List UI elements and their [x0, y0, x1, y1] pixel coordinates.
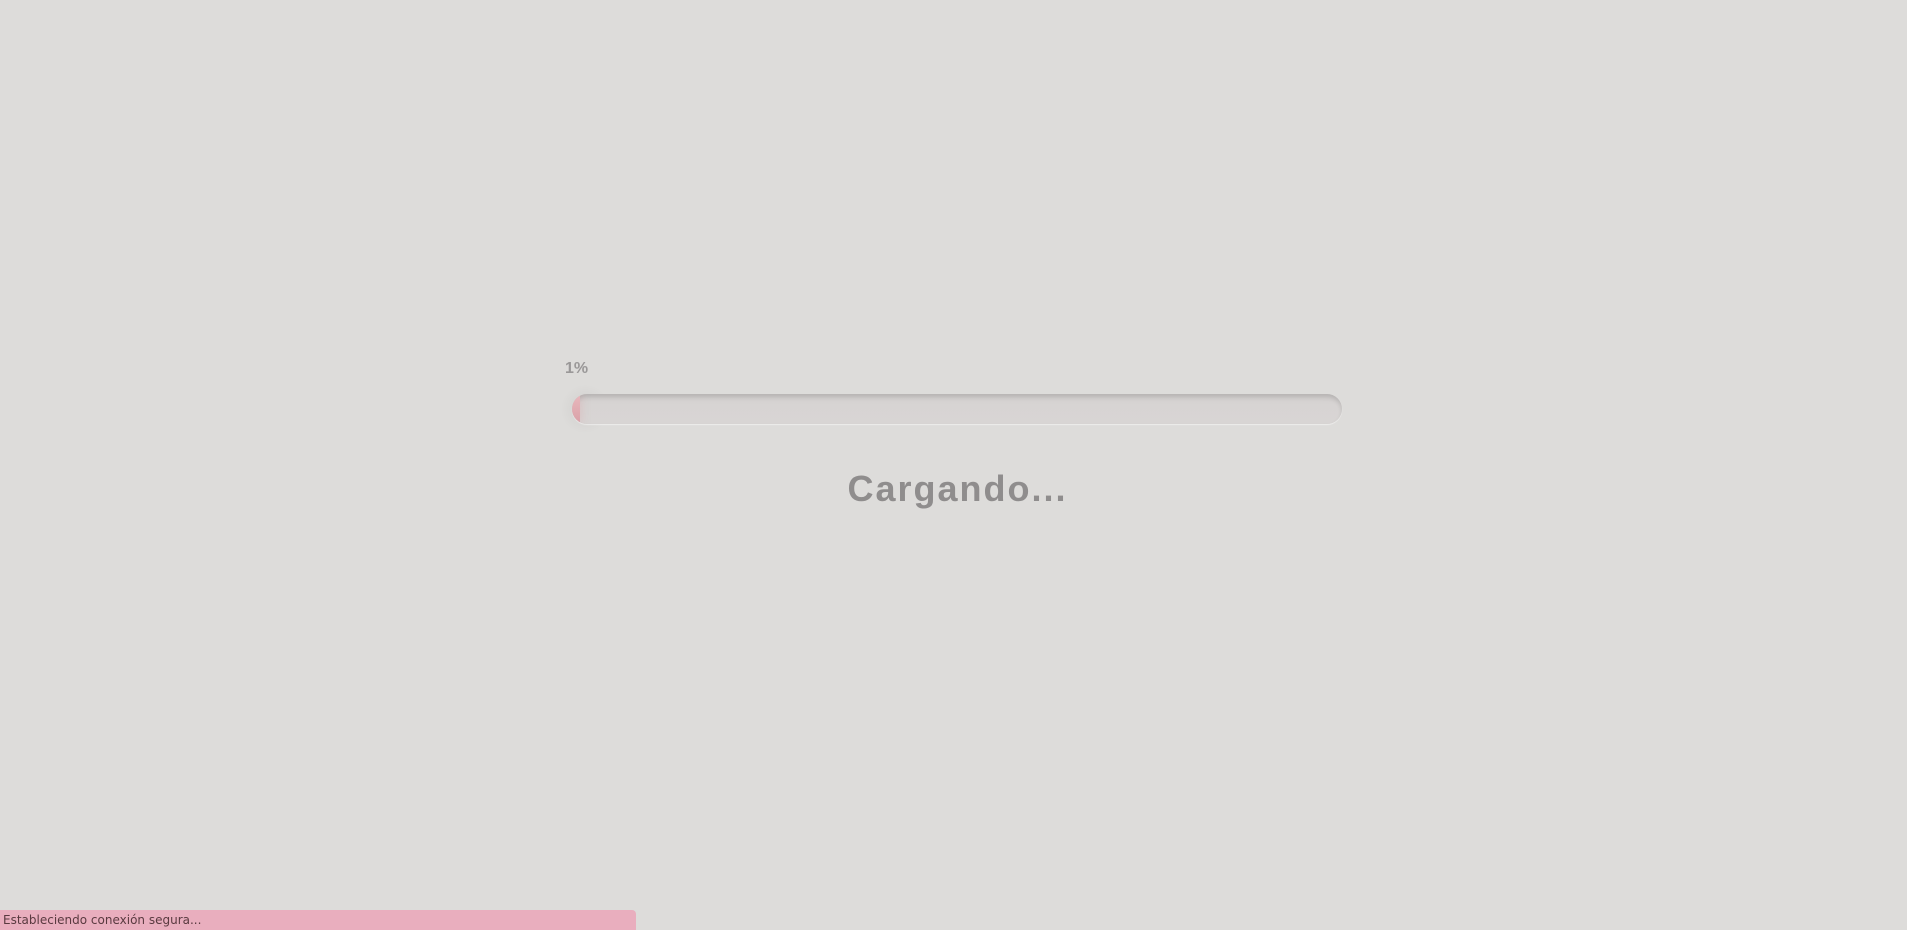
loading-screen: 1% Cargando...: [560, 360, 1342, 520]
page: 1% Cargando... Estableciendo conexión se…: [0, 0, 1907, 930]
loading-text: Cargando...: [847, 468, 1068, 509]
progress-bar-fill: [572, 394, 580, 424]
status-bar-text: Estableciendo conexión segura...: [3, 913, 202, 927]
progress-bar-track: [572, 394, 1342, 424]
progress-percent-label: 1%: [565, 360, 589, 377]
browser-status-bar: Estableciendo conexión segura...: [0, 910, 636, 930]
